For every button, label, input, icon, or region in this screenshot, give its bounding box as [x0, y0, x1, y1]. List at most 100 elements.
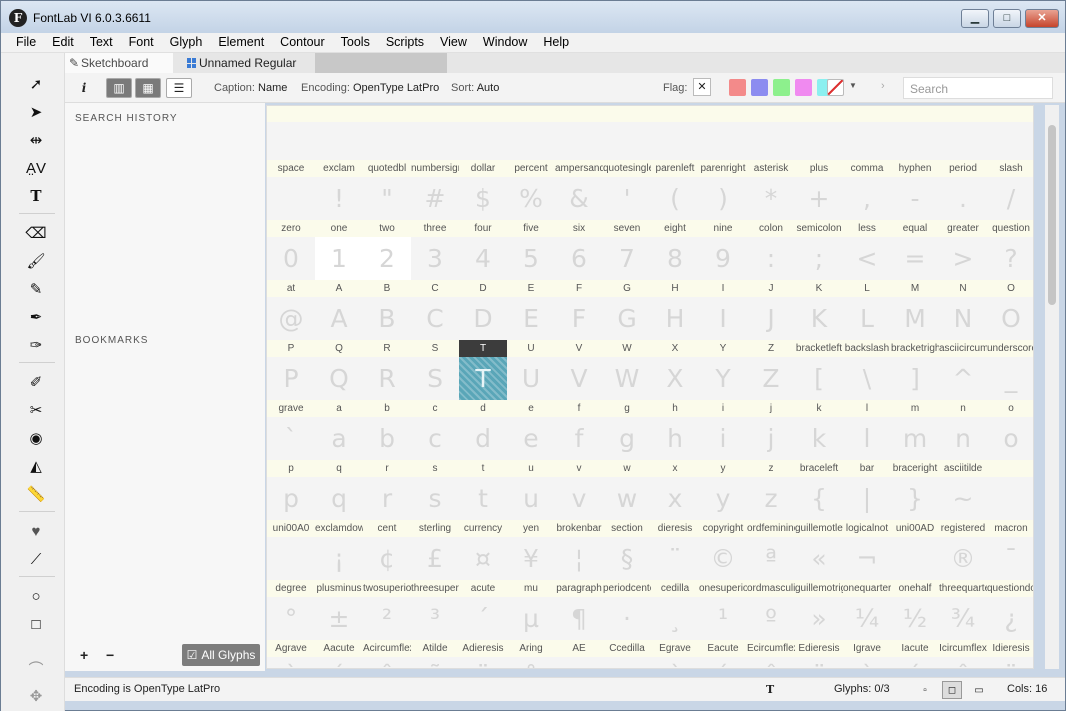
glyph-cell[interactable]: zz [747, 460, 795, 520]
glyph-cell[interactable]: semicolon; [795, 220, 843, 280]
glyph-cell[interactable]: braceright} [891, 460, 939, 520]
minimize-button[interactable]: ▁ [961, 9, 989, 28]
glyph-cell[interactable]: kk [795, 400, 843, 460]
glyph-cell[interactable]: questiondown¿ [987, 580, 1033, 640]
menu-scripts[interactable]: Scripts [378, 33, 432, 52]
glyph-cell[interactable]: exclam! [315, 160, 363, 220]
glyph-cell[interactable]: seven 7 [603, 220, 651, 280]
glyph-cell[interactable]: periodcentered· [603, 580, 651, 640]
chevron-right-icon[interactable]: › [881, 80, 885, 92]
glyph-cell[interactable]: pp [267, 460, 315, 520]
glyph-cell[interactable]: asterisk * [747, 160, 795, 220]
glyph-cell[interactable]: rr [363, 460, 411, 520]
glyph-cell[interactable]: EdieresisË [795, 640, 843, 668]
glyph-cell[interactable]: KK [795, 280, 843, 340]
glyph-cell[interactable]: slash / [987, 160, 1033, 220]
glyph-cell[interactable]: plus + [795, 160, 843, 220]
glyph-cell[interactable]: dieresis ¨ [651, 520, 699, 580]
glyph-cell[interactable]: ww [603, 460, 651, 520]
glyph-cell[interactable]: EE [507, 280, 555, 340]
glyph-cell[interactable]: degree ° [267, 580, 315, 640]
glyph-cell[interactable]: OO [987, 280, 1033, 340]
glyph-cell[interactable]: AringÅ [507, 640, 555, 668]
small-cell-icon[interactable]: ▫ [915, 681, 935, 699]
pen-tool-icon[interactable]: ✒ [23, 305, 49, 329]
glyph-cell[interactable]: currency ¤ [459, 520, 507, 580]
glyph-cell[interactable]: AA [315, 280, 363, 340]
scissors-tool-icon[interactable]: ✂ [23, 398, 49, 422]
glyph-cell[interactable]: threequarters¾ [939, 580, 987, 640]
glyph-cell[interactable]: PP [267, 340, 315, 400]
glyph-cell[interactable]: qq [315, 460, 363, 520]
glyph-cell[interactable]: UU [507, 340, 555, 400]
glyph-cell[interactable]: DD [459, 280, 507, 340]
glyph-cell[interactable]: AacuteÁ [315, 640, 363, 668]
glyph-cell[interactable]: backslash \ [843, 340, 891, 400]
glyph-cell[interactable]: vv [555, 460, 603, 520]
glyph-cell[interactable]: FF [555, 280, 603, 340]
glyph-cell[interactable]: ordmasculineº [747, 580, 795, 640]
glyph-cell[interactable]: GG [603, 280, 651, 340]
glyph-cell[interactable]: IgraveÌ [843, 640, 891, 668]
glyph-cell[interactable] [987, 460, 1033, 520]
glyph-cell[interactable]: AEÆ [555, 640, 603, 668]
glyph-cell[interactable]: tt [459, 460, 507, 520]
glyph-cell[interactable]: BB [363, 280, 411, 340]
glyph-cell[interactable]: NN [939, 280, 987, 340]
glyph-cell[interactable]: JJ [747, 280, 795, 340]
glyph-cell[interactable]: IdieresisÏ [987, 640, 1033, 668]
glyph-cell[interactable]: percent% [507, 160, 555, 220]
glyph-cell[interactable]: period. [939, 160, 987, 220]
menu-help[interactable]: Help [535, 33, 577, 52]
eraser-tool-icon[interactable]: ⌫ [23, 221, 49, 245]
glyph-cell[interactable]: mu µ [507, 580, 555, 640]
glyph-cell[interactable]: twosuperior ² [363, 580, 411, 640]
glyph-cell[interactable]: parenright) [699, 160, 747, 220]
glyph-cell[interactable]: QQ [315, 340, 363, 400]
glyph-cell[interactable]: eight 8 [651, 220, 699, 280]
glyph-cell[interactable]: dollar $ [459, 160, 507, 220]
clear-flag-button[interactable]: ✕ [693, 78, 711, 96]
chevron-down-icon[interactable]: ▼ [849, 81, 857, 90]
glyph-cell[interactable]: quotesingle ' [603, 160, 651, 220]
glyph-cell[interactable]: WW [603, 340, 651, 400]
glyph-cell[interactable]: guillemotleft« [795, 520, 843, 580]
flag-color-swatch[interactable] [751, 79, 768, 96]
glyph-cell[interactable]: VV [555, 340, 603, 400]
glyph-cell[interactable]: AcircumflexÂ [363, 640, 411, 668]
glyph-cell[interactable]: ii [699, 400, 747, 460]
glyph-cell[interactable]: six 6 [555, 220, 603, 280]
no-flag-swatch[interactable] [827, 79, 844, 96]
columns-count[interactable]: Cols: 16 [1007, 683, 1047, 695]
glyph-cell[interactable]: YY [699, 340, 747, 400]
glyph-cell[interactable]: equal = [891, 220, 939, 280]
kerning-tool-icon[interactable]: A̤V [23, 156, 49, 180]
flag-color-swatch[interactable] [729, 79, 746, 96]
sidebar-toggle-icon[interactable]: ▥ [106, 78, 132, 98]
glyph-cell[interactable]: braceleft{ [795, 460, 843, 520]
glyph-cell[interactable]: two 2 [363, 220, 411, 280]
glyph-cell[interactable]: hh [651, 400, 699, 460]
list-view-icon[interactable]: ☰ [166, 78, 192, 98]
glyph-cell[interactable]: TT [459, 340, 507, 400]
large-cell-icon[interactable]: ▭ [969, 681, 989, 699]
glyph-cell[interactable]: AgraveÀ [267, 640, 315, 668]
sort-selector[interactable]: Sort: Auto [451, 82, 499, 94]
eyedropper-tool-icon[interactable]: ⟋ [23, 547, 49, 571]
glyph-cell[interactable]: LL [843, 280, 891, 340]
heart-tool-icon[interactable]: ♥ [23, 519, 49, 543]
glyph-cell[interactable]: at @ [267, 280, 315, 340]
glyph-cell[interactable]: ll [843, 400, 891, 460]
glyph-cell[interactable]: CC [411, 280, 459, 340]
glyph-cell[interactable]: zero 0 [267, 220, 315, 280]
glyph-cell[interactable]: asciicircum ^ [939, 340, 987, 400]
glyph-cell[interactable]: ee [507, 400, 555, 460]
menu-text[interactable]: Text [82, 33, 121, 52]
menu-element[interactable]: Element [210, 33, 272, 52]
glyph-cell[interactable]: ampersand & [555, 160, 603, 220]
flag-color-swatch[interactable] [773, 79, 790, 96]
glyph-cell[interactable]: XX [651, 340, 699, 400]
glyph-cell[interactable]: acute ´ [459, 580, 507, 640]
rectangle-tool-icon[interactable]: □ [23, 612, 49, 636]
glyph-cell[interactable]: brokenbar ¦ [555, 520, 603, 580]
